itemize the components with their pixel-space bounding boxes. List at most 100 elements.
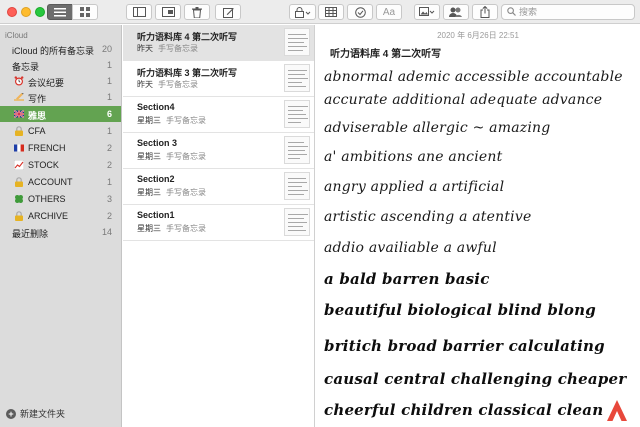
photo-icon <box>419 7 435 16</box>
note-meta: 星期三 手写备忘录 <box>137 151 206 162</box>
table-icon <box>325 7 337 17</box>
folder-cfa[interactable]: CFA 1 <box>0 123 121 139</box>
note-title: 听力语料库 4 第二次听写 <box>137 32 238 42</box>
note-date: 昨天 <box>137 44 153 53</box>
folder-count: 6 <box>106 109 112 119</box>
folder-count: 2 <box>106 160 112 170</box>
delete-note-button[interactable] <box>184 4 210 20</box>
handwriting-line: accurate additional adequate advance <box>324 92 603 108</box>
toolbar: Aa <box>0 0 640 24</box>
gallery-view-icon <box>80 7 90 17</box>
note-folder: 手写备忘录 <box>166 224 206 233</box>
folder-count: 3 <box>106 194 112 204</box>
folder-notes[interactable]: 备忘录 1 <box>0 57 121 73</box>
note-list-item[interactable]: Section 3 星期三 手写备忘录 <box>123 133 314 169</box>
folder-french[interactable]: FRENCH 2 <box>0 140 121 156</box>
folder-recently-deleted[interactable]: 最近删除 14 <box>0 224 121 240</box>
people-add-icon <box>449 7 462 17</box>
folder-all-icloud-notes[interactable]: iCloud 的所有备忘录 20 <box>0 41 121 57</box>
lock-icon <box>15 126 23 136</box>
handwriting-line: causal central challenging cheaper <box>324 370 627 388</box>
list-view-button[interactable] <box>47 4 73 20</box>
collaborate-button[interactable] <box>443 4 469 20</box>
note-date: 昨天 <box>137 80 153 89</box>
folder-label: ACCOUNT <box>28 177 73 187</box>
list-view-icon <box>54 7 66 16</box>
folder-count: 1 <box>106 126 112 136</box>
note-title: Section1 <box>137 210 175 220</box>
note-list-item[interactable]: 听力语料库 3 第二次听写 昨天 手写备忘录 <box>123 61 314 97</box>
clover-icon <box>15 195 23 203</box>
note-folder: 手写备忘录 <box>166 116 206 125</box>
folder-ielts[interactable]: 雅思 6 <box>0 106 121 122</box>
note-timestamp: 2020 年 6月26日 22:51 <box>437 31 519 40</box>
note-title: Section4 <box>137 102 175 112</box>
note-list-item[interactable]: Section4 星期三 手写备忘录 <box>123 97 314 133</box>
note-folder: 手写备忘录 <box>158 80 198 89</box>
note-list-item[interactable]: Section2 星期三 手写备忘录 <box>123 169 314 205</box>
toggle-sidebar-button[interactable] <box>126 4 152 20</box>
attachments-browser-button[interactable] <box>155 4 181 20</box>
folder-count: 1 <box>106 92 112 102</box>
note-list-item[interactable]: Section1 星期三 手写备忘录 <box>123 205 314 241</box>
lock-note-button[interactable] <box>289 4 316 20</box>
minimize-window-button[interactable] <box>21 7 31 17</box>
insert-media-button[interactable] <box>414 4 440 20</box>
search-input[interactable] <box>519 6 631 18</box>
note-date: 星期三 <box>137 224 161 233</box>
folder-label: STOCK <box>28 160 59 170</box>
folder-count: 1 <box>106 177 112 187</box>
handwriting-line: artistic ascending a atentive <box>324 209 532 225</box>
folder-stock[interactable]: STOCK 2 <box>0 157 121 173</box>
sidebar-icon <box>132 7 146 17</box>
alarm-clock-icon <box>14 76 24 86</box>
note-heading: 听力语料库 4 第二次听写 <box>330 49 442 60</box>
note-thumbnail <box>284 100 310 128</box>
chart-icon <box>14 160 24 170</box>
note-folder: 手写备忘录 <box>166 188 206 197</box>
folders-sidebar: iCloud iCloud 的所有备忘录 20 备忘录 1 会议纪要 1 写作 … <box>0 25 122 427</box>
note-thumbnail <box>284 172 310 200</box>
folder-count: 1 <box>106 60 112 70</box>
compose-icon <box>222 7 234 18</box>
fullscreen-window-button[interactable] <box>35 7 45 17</box>
handwriting-line: a bald barren basic <box>324 270 490 288</box>
note-title: Section 3 <box>137 138 178 148</box>
table-button[interactable] <box>318 4 344 20</box>
folder-count: 2 <box>106 211 112 221</box>
search-field[interactable] <box>501 4 635 20</box>
folder-label: 最近删除 <box>12 229 49 239</box>
format-text-button[interactable]: Aa <box>376 4 402 20</box>
folder-account[interactable]: ACCOUNT 1 <box>0 174 121 190</box>
note-date: 星期三 <box>137 188 161 197</box>
note-meta: 星期三 手写备忘录 <box>137 187 206 198</box>
checklist-button[interactable] <box>347 4 373 20</box>
folder-archive[interactable]: ARCHIVE 2 <box>0 208 121 224</box>
note-folder: 手写备忘录 <box>158 44 198 53</box>
uk-flag-icon <box>14 109 24 119</box>
note-meta: 星期三 手写备忘录 <box>137 223 206 234</box>
handwriting-line: beautiful biological blind blong <box>324 301 596 319</box>
close-window-button[interactable] <box>7 7 17 17</box>
handwriting-line: angry applied a artificial <box>324 179 505 195</box>
folder-writing[interactable]: 写作 1 <box>0 89 121 105</box>
folder-label: 会议纪要 <box>28 78 65 88</box>
note-thumbnail <box>284 64 310 92</box>
folder-count: 1 <box>106 76 112 86</box>
trash-icon <box>192 6 202 18</box>
note-list-item[interactable]: 听力语料库 4 第二次听写 昨天 手写备忘录 <box>123 25 314 61</box>
attachments-icon <box>161 7 175 17</box>
note-folder: 手写备忘录 <box>166 152 206 161</box>
new-note-button[interactable] <box>215 4 241 20</box>
new-folder-button[interactable]: + 新建文件夹 <box>6 407 65 420</box>
share-button[interactable] <box>472 4 498 20</box>
notes-list: 听力语料库 4 第二次听写 昨天 手写备忘录 听力语料库 3 第二次听写 昨天 手写… <box>123 25 315 427</box>
folder-meeting-minutes[interactable]: 会议纪要 1 <box>0 73 121 89</box>
note-editor[interactable]: 2020 年 6月26日 22:51 听力语料库 4 第二次听写 abnorma… <box>316 25 640 427</box>
folder-others[interactable]: OTHERS 3 <box>0 191 121 207</box>
gallery-view-button[interactable] <box>72 4 98 20</box>
note-meta: 昨天 手写备忘录 <box>137 43 198 54</box>
handwriting-line: cheerful children classical clean <box>324 401 604 419</box>
note-title: 听力语料库 3 第二次听写 <box>137 68 238 78</box>
folder-count: 20 <box>101 44 112 54</box>
